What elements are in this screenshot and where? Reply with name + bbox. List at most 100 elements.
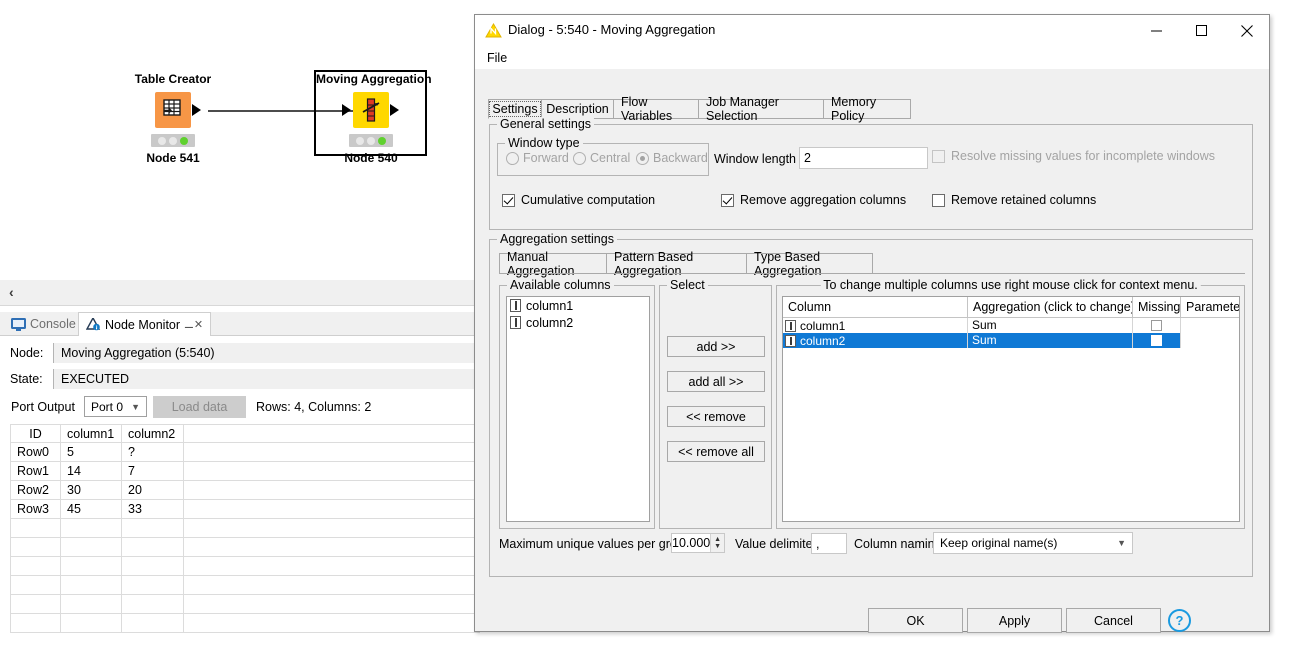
aggregation-table[interactable]: Column Aggregation (click to change) Mis… bbox=[782, 296, 1240, 522]
node-monitor-icon bbox=[86, 318, 101, 331]
column-header-column[interactable]: Column bbox=[783, 297, 968, 317]
table-row[interactable]: column2Sum bbox=[783, 333, 1239, 348]
column-header-missing[interactable]: Missing bbox=[1133, 297, 1181, 317]
tab-settings[interactable]: Settings bbox=[488, 99, 542, 119]
table-creator-icon bbox=[155, 92, 191, 128]
value-delimiter-input[interactable]: , bbox=[811, 533, 847, 554]
table-cell bbox=[184, 519, 480, 538]
tab-job-manager-selection[interactable]: Job Manager Selection bbox=[698, 99, 824, 119]
table-body: Row05?Row1147Row23020Row34533 bbox=[10, 443, 480, 633]
add-button[interactable]: add >> bbox=[667, 336, 765, 357]
help-button[interactable]: ? bbox=[1168, 609, 1191, 632]
remove-button[interactable]: << remove bbox=[667, 406, 765, 427]
tab-memory-policy[interactable]: Memory Policy bbox=[823, 99, 911, 119]
cell-parameter[interactable] bbox=[1181, 333, 1239, 348]
table-cell: 5 bbox=[61, 443, 122, 462]
cell-missing[interactable] bbox=[1133, 333, 1181, 348]
port-select[interactable]: Port 0 ▼ bbox=[84, 396, 147, 417]
select-group: Select add >> add all >> << remove << re… bbox=[659, 285, 772, 529]
column-header-parameter[interactable]: Parameter bbox=[1181, 297, 1239, 317]
close-button[interactable] bbox=[1224, 15, 1269, 46]
column-header[interactable]: column1 bbox=[61, 425, 122, 443]
spinner-arrows[interactable]: ▲ ▼ bbox=[710, 534, 724, 552]
menu-file[interactable]: File bbox=[483, 50, 511, 66]
column-naming-select[interactable]: Keep original name(s) ▼ bbox=[933, 532, 1133, 554]
close-tab-icon[interactable]: ⚊✕ bbox=[184, 318, 203, 331]
radio-central[interactable]: Central bbox=[573, 151, 630, 165]
checkbox-box bbox=[932, 150, 945, 163]
dialog-menubar: File bbox=[475, 47, 1269, 69]
table-row[interactable]: Row23020 bbox=[11, 481, 480, 500]
table-cell bbox=[61, 595, 122, 614]
tab-flow-variables[interactable]: Flow Variables bbox=[613, 99, 699, 119]
workflow-node-table-creator[interactable]: Table Creator bbox=[118, 72, 228, 165]
remove-all-button[interactable]: << remove all bbox=[667, 441, 765, 462]
tab-description[interactable]: Description bbox=[541, 99, 614, 119]
tab-label: Description bbox=[546, 102, 609, 116]
dialog-titlebar[interactable]: Dialog - 5:540 - Moving Aggregation bbox=[475, 15, 1269, 47]
node-input-port[interactable] bbox=[342, 104, 351, 116]
table-cell: 45 bbox=[61, 500, 122, 519]
tab-type-based-aggregation[interactable]: Type Based Aggregation bbox=[746, 253, 873, 274]
cancel-button[interactable]: Cancel bbox=[1066, 608, 1161, 633]
tab-node-monitor[interactable]: Node Monitor ⚊✕ bbox=[78, 312, 211, 336]
remove-aggregation-columns-checkbox[interactable]: Remove aggregation columns bbox=[721, 193, 906, 207]
column-name: column2 bbox=[526, 316, 573, 330]
table-cell: 7 bbox=[122, 462, 184, 481]
table-row[interactable]: column1Sum bbox=[783, 318, 1239, 333]
cell-aggregation[interactable]: Sum bbox=[968, 318, 1133, 333]
list-item[interactable]: column2 bbox=[507, 314, 649, 331]
node-output-port[interactable] bbox=[390, 104, 399, 116]
window-length-label: Window length bbox=[714, 152, 796, 166]
status-dot-idle bbox=[158, 137, 166, 145]
load-data-button[interactable]: Load data bbox=[153, 396, 246, 418]
radio-forward[interactable]: Forward bbox=[506, 151, 569, 165]
cell-missing[interactable] bbox=[1133, 318, 1181, 333]
table-row-empty bbox=[11, 557, 480, 576]
cell-parameter[interactable] bbox=[1181, 318, 1239, 333]
spinner-up-icon[interactable]: ▲ bbox=[714, 536, 721, 543]
table-row[interactable]: Row1147 bbox=[11, 462, 480, 481]
tab-manual-aggregation[interactable]: Manual Aggregation bbox=[499, 253, 607, 274]
spinner-down-icon[interactable]: ▼ bbox=[714, 543, 721, 550]
max-unique-values-spinner[interactable]: 10.000 ▲ ▼ bbox=[671, 533, 725, 553]
workflow-node-moving-aggregation[interactable]: Moving Aggregation bbox=[316, 72, 426, 165]
table-cell bbox=[122, 557, 184, 576]
chevron-left-icon[interactable]: ‹ bbox=[9, 284, 14, 300]
maximize-button[interactable] bbox=[1179, 15, 1224, 46]
panel-collapse-bar[interactable]: ‹ bbox=[0, 280, 480, 306]
dialog-title: Dialog - 5:540 - Moving Aggregation bbox=[508, 22, 715, 37]
minimize-button[interactable] bbox=[1134, 15, 1179, 46]
table-row[interactable]: Row34533 bbox=[11, 500, 480, 519]
column-header[interactable]: ID bbox=[11, 425, 61, 443]
missing-checkbox[interactable] bbox=[1151, 320, 1162, 331]
missing-checkbox[interactable] bbox=[1151, 335, 1162, 346]
column-header-aggregation[interactable]: Aggregation (click to change) bbox=[968, 297, 1133, 317]
cell-aggregation[interactable]: Sum bbox=[968, 333, 1133, 348]
table-row[interactable]: Row05? bbox=[11, 443, 480, 462]
status-dot-idle bbox=[356, 137, 364, 145]
resolve-missing-values-checkbox[interactable]: Resolve missing values for incomplete wi… bbox=[932, 149, 1215, 163]
ok-button[interactable]: OK bbox=[868, 608, 963, 633]
remove-retained-columns-checkbox[interactable]: Remove retained columns bbox=[932, 193, 1096, 207]
status-dot-configured bbox=[169, 137, 177, 145]
radio-backward[interactable]: Backward bbox=[636, 151, 708, 165]
table-row-empty bbox=[11, 576, 480, 595]
add-all-button[interactable]: add all >> bbox=[667, 371, 765, 392]
column-header[interactable]: column2 bbox=[122, 425, 184, 443]
tab-console[interactable]: Console bbox=[4, 312, 83, 336]
node-output-port[interactable] bbox=[192, 104, 201, 116]
table-cell bbox=[11, 538, 61, 557]
node-icon-box[interactable] bbox=[155, 92, 191, 128]
port-output-table[interactable]: ID column1 column2 Row05?Row1147Row23020… bbox=[10, 424, 480, 633]
node-icon-box[interactable] bbox=[353, 92, 389, 128]
cell-column[interactable]: column1 bbox=[783, 318, 968, 333]
apply-button[interactable]: Apply bbox=[967, 608, 1062, 633]
list-item[interactable]: column1 bbox=[507, 297, 649, 314]
cumulative-computation-checkbox[interactable]: Cumulative computation bbox=[502, 193, 655, 207]
window-length-input[interactable]: 2 bbox=[799, 147, 928, 169]
cell-column[interactable]: column2 bbox=[783, 333, 968, 348]
tab-pattern-based-aggregation[interactable]: Pattern Based Aggregation bbox=[606, 253, 747, 274]
chevron-down-icon: ▼ bbox=[1117, 538, 1126, 548]
available-columns-list[interactable]: column1 column2 bbox=[506, 296, 650, 522]
